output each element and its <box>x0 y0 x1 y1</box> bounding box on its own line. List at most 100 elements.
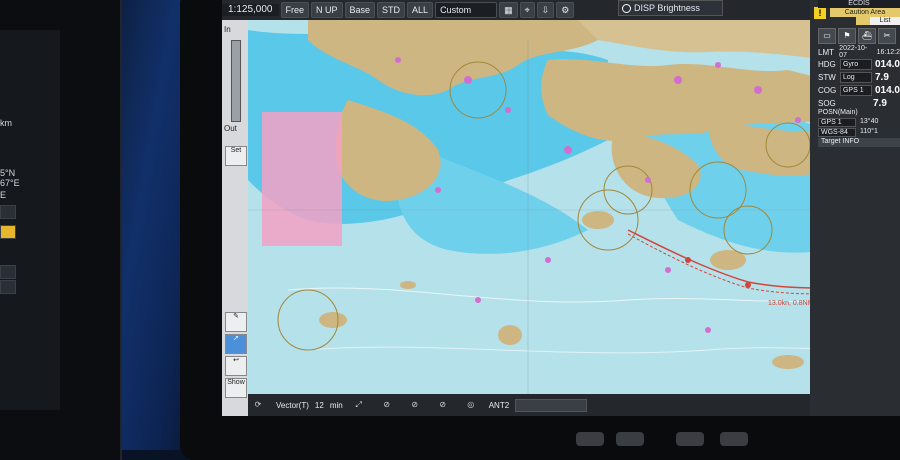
nautical-chart[interactable]: 13.0kn, 0.8NM <box>248 20 828 394</box>
island <box>582 211 614 229</box>
layer-icon[interactable]: ▦ <box>499 2 518 18</box>
posn-label: POSN(Main) <box>818 109 858 116</box>
route-icon[interactable]: ⌖ <box>519 2 535 18</box>
chart-scale[interactable]: 1:125,000 <box>222 4 279 16</box>
list-tab[interactable]: List <box>870 17 900 25</box>
ecdis-screen: 1:125,000 Free N UP Base STD ALL Custom … <box>222 0 900 416</box>
posn-source-select[interactable]: GPS 1 <box>818 118 856 127</box>
island <box>400 281 416 289</box>
posn-row-2: WGS-84 110°1 <box>818 128 900 137</box>
hardware-button <box>616 432 644 446</box>
cog-label: COG <box>818 85 837 95</box>
std-button[interactable]: STD <box>377 2 406 18</box>
cog-row: COG GPS 1 014.0 <box>818 84 900 96</box>
tool-icon[interactable]: ✂ <box>878 28 896 44</box>
stw-source-select[interactable]: Log <box>840 71 872 83</box>
antenna-label[interactable]: ANT2 <box>489 401 509 410</box>
base-button[interactable]: Base <box>344 2 376 18</box>
caution-area-button[interactable]: Caution Area <box>830 8 900 17</box>
restricted-area <box>262 112 342 246</box>
bottom-dropdown[interactable] <box>515 398 588 412</box>
monitor-icon[interactable]: ▭ <box>818 28 836 44</box>
stw-label: STW <box>818 72 836 82</box>
adjacent-box <box>0 205 16 219</box>
island <box>498 325 522 345</box>
adjacent-box <box>0 225 16 239</box>
stw-value: 7.9 <box>875 71 889 83</box>
top-toolbar: 1:125,000 Free N UP Base STD ALL Custom … <box>222 0 900 20</box>
warning-icon[interactable]: ! <box>814 7 826 19</box>
route-annotation: 13.0kn, 0.8NM <box>768 300 814 307</box>
sound-off-icon[interactable]: ⊘ <box>405 398 425 412</box>
ship-icon[interactable]: ⛴ <box>858 28 876 44</box>
cursor-icon[interactable]: ➚ <box>225 334 247 354</box>
vector-value[interactable]: 12 <box>315 401 324 410</box>
show-label: Show <box>227 379 245 386</box>
alert-off-icon[interactable]: ⊘ <box>377 398 397 412</box>
panel-icon-row: ▭ ⚑ ⛴ ✂ <box>818 28 900 44</box>
hdg-label: HDG <box>818 59 836 69</box>
tab-indicator <box>856 17 870 25</box>
adjacent-label: 67°E <box>0 178 20 188</box>
left-toolbar: In Out Set ✎ ➚ ↩ Show <box>222 20 248 416</box>
antenna-icon[interactable]: ◎ <box>461 398 481 412</box>
island <box>319 312 347 328</box>
flag-icon[interactable]: ⚑ <box>838 28 856 44</box>
vector-label: Vector(T) <box>276 400 309 410</box>
track-icon[interactable]: ⤢ <box>349 398 369 412</box>
chart-canvas: 13.0kn, 0.8NM <box>248 20 828 394</box>
adjacent-label: E <box>0 190 7 200</box>
posn-lat: 13°40 <box>860 118 879 125</box>
target-info-button[interactable]: Target INFO <box>818 138 900 147</box>
right-info-panel: ! ECDIS Caution Area List ▭ ⚑ ⛴ ✂ LMT 20… <box>810 0 900 416</box>
adjacent-display: km 5°N 67°E E <box>0 0 122 460</box>
sog-value: 7.9 <box>873 97 887 109</box>
disp-brightness-button[interactable]: DISP Brightness <box>618 0 723 16</box>
zoom-slider[interactable] <box>231 40 241 122</box>
zoom-out-label[interactable]: Out <box>224 124 237 133</box>
lmt-label: LMT <box>818 47 834 57</box>
bottom-toolbar: ⟳ Vector(T) 12 min ⤢ ⊘ ⊘ ⊘ ◎ ANT2 <box>248 394 810 416</box>
waypoint <box>685 257 691 263</box>
settings-icon[interactable]: ⚙ <box>556 2 575 18</box>
custom-button[interactable]: Custom <box>435 2 498 18</box>
show-set-button[interactable]: Set <box>225 146 247 166</box>
zoom-in-label[interactable]: In <box>224 25 231 34</box>
ecdis-label: ECDIS <box>818 0 900 8</box>
sog-label: SOG <box>818 98 836 108</box>
refresh-icon[interactable]: ⟳ <box>248 398 268 412</box>
cog-value: 014.0 <box>874 84 900 96</box>
hdg-value: 014.0 <box>874 58 900 70</box>
island <box>772 355 804 369</box>
lmt-date: 2022-10-07 <box>839 45 868 59</box>
posn-lon: 110°1 <box>860 128 878 135</box>
disp-brightness-label: DISP Brightness <box>634 3 700 13</box>
zoom-off-button[interactable]: Show <box>225 378 247 398</box>
back-icon[interactable]: ↩ <box>225 356 247 376</box>
depth-contour <box>307 346 828 354</box>
datum-select[interactable]: WGS-84 <box>818 128 856 137</box>
hardware-button <box>720 432 748 446</box>
orientation-button[interactable]: N UP <box>311 2 343 18</box>
lmt-row: LMT 2022-10-07 16:12:2 <box>818 45 900 59</box>
brightness-icon <box>622 3 631 13</box>
camera-off-icon[interactable]: ⊘ <box>433 398 453 412</box>
all-button[interactable]: ALL <box>407 2 434 18</box>
hdg-source-select[interactable]: Gyro <box>839 58 872 70</box>
sog-row: SOG 7.9 <box>818 97 900 109</box>
lmt-time: 16:12:2 <box>876 48 900 56</box>
adjacent-label: km <box>0 118 12 128</box>
hardware-button <box>576 432 604 446</box>
land <box>578 20 828 60</box>
depth-contour <box>287 287 828 303</box>
stw-row: STW Log 7.9 <box>818 71 900 83</box>
posn-row-1: GPS 1 13°40 <box>818 118 900 127</box>
pencil-icon[interactable]: ✎ <box>225 312 247 332</box>
adjacent-box <box>0 280 16 294</box>
hardware-button <box>676 432 704 446</box>
free-button[interactable]: Free <box>280 2 310 18</box>
waypoint <box>745 282 751 288</box>
set-label: Set <box>230 147 242 154</box>
cog-source-select[interactable]: GPS 1 <box>839 84 872 96</box>
save-icon[interactable]: ⇩ <box>536 2 555 18</box>
